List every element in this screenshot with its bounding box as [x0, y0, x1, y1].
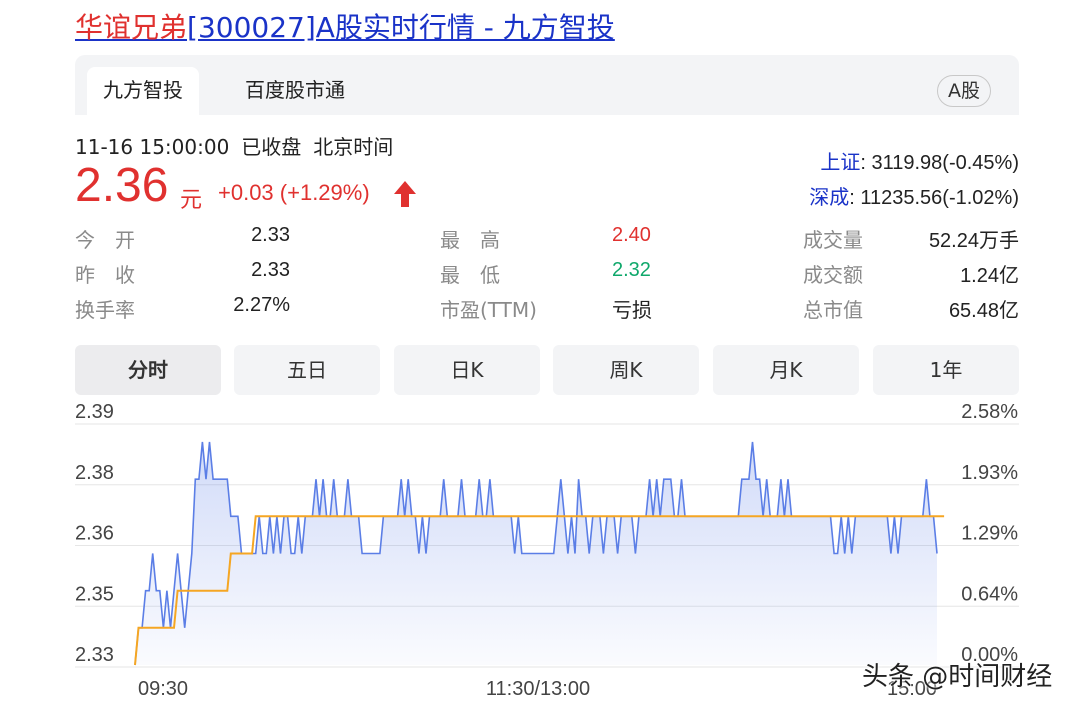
stat-label: 昨 收 [75, 263, 135, 287]
stat-label: 成交量 [803, 228, 863, 252]
period-weekly-k-button[interactable]: 周K [553, 345, 699, 395]
stat-value: 2.33 [251, 259, 290, 281]
stat-label: 最 高 [440, 228, 500, 252]
watermark: 头条 @时间财经 [862, 662, 1053, 692]
up-arrow-icon [394, 181, 416, 207]
quote-datetime: 11-16 15:00:00 [75, 135, 230, 159]
stat-value: 65.48亿 [948, 300, 1019, 322]
stat-value: 2.40 [612, 224, 651, 246]
period-daily-k-button[interactable]: 日K [394, 345, 540, 395]
price-unit: 元 [180, 188, 203, 213]
quote-status-line: 11-16 15:00:00 已收盘 北京时间 [75, 131, 405, 160]
y-left-tick-label: 2.35 [75, 583, 114, 605]
index-value: : 11235.56(-1.02%) [849, 187, 1019, 209]
index-name: 深成 [809, 187, 850, 209]
title-rest: [300027]A股实时行情 - 九方智投 [187, 11, 615, 44]
stat-value: 2.33 [251, 224, 290, 246]
stock-name: 华谊兄弟 [75, 11, 188, 44]
market-badge[interactable]: A股 [937, 75, 991, 107]
stat-label: 换手率 [75, 298, 135, 322]
x-tick-label: 09:30 [138, 678, 188, 700]
y-right-tick-label: 2.58% [961, 401, 1018, 423]
period-1year-button[interactable]: 1年 [873, 345, 1019, 395]
y-right-tick-label: 0.64% [961, 583, 1018, 605]
stat-value: 亏损 [612, 300, 652, 322]
y-left-tick-label: 2.38 [75, 462, 114, 484]
stat-value: 1.24亿 [960, 265, 1019, 287]
index-name: 上证 [820, 152, 861, 174]
stat-value: 52.24万手 [928, 230, 1019, 252]
index-shanghai[interactable]: 上证: 3119.98(-0.45%) [820, 146, 1019, 175]
x-tick-label: 11:30/13:00 [486, 678, 590, 700]
index-shenzhen[interactable]: 深成: 11235.56(-1.02%) [809, 181, 1019, 210]
market-status: 已收盘 [241, 135, 302, 159]
y-left-tick-label: 2.33 [75, 644, 114, 666]
y-left-tick-label: 2.39 [75, 401, 114, 423]
page-title-link[interactable]: 华谊兄弟[300027]A股实时行情 - 九方智投 [75, 6, 615, 46]
stat-label: 总市值 [803, 298, 863, 322]
stat-label: 市盈(TTM) [440, 298, 537, 322]
stat-label: 最 低 [440, 263, 500, 287]
tab-jiufang[interactable]: 九方智投 [87, 67, 199, 115]
current-price: 2.36 [75, 159, 169, 212]
stat-value: 2.27% [233, 294, 290, 316]
period-5day-button[interactable]: 五日 [234, 345, 380, 395]
tab-baidu[interactable]: 百度股市通 [229, 67, 361, 115]
price-change: +0.03 (+1.29%) [218, 180, 370, 205]
source-tabbar: 九方智投 百度股市通 A股 [75, 55, 1019, 115]
period-monthly-k-button[interactable]: 月K [713, 345, 859, 395]
y-left-tick-label: 2.36 [75, 523, 114, 545]
timezone-label: 北京时间 [313, 135, 394, 159]
period-intraday-button[interactable]: 分时 [75, 345, 221, 395]
stat-label: 今 开 [75, 228, 135, 252]
stat-label: 成交额 [803, 263, 863, 287]
stat-value: 2.32 [612, 259, 651, 281]
y-right-tick-label: 1.93% [961, 462, 1018, 484]
index-value: : 3119.98(-0.45%) [860, 152, 1019, 174]
y-right-tick-label: 1.29% [961, 523, 1018, 545]
